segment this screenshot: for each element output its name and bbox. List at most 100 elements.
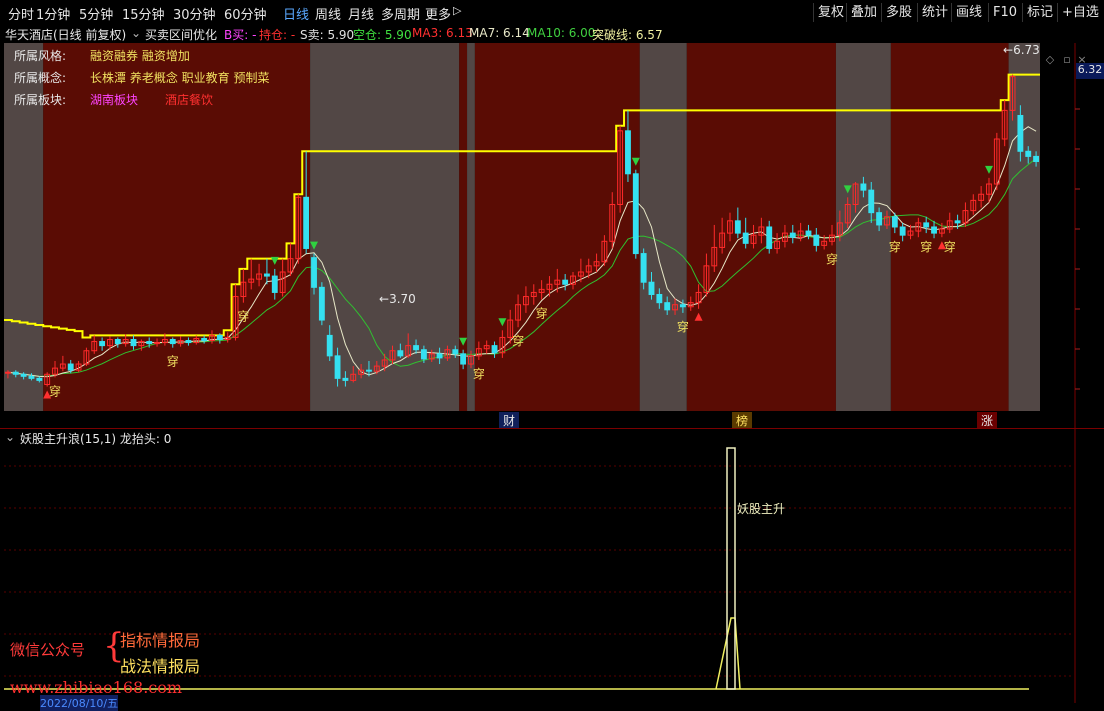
signal-line <box>715 617 741 690</box>
candle-body <box>860 183 867 191</box>
period-tab-daily[interactable]: 日线 <box>283 4 309 23</box>
candle <box>318 282 325 326</box>
ma3-value: MA3: 6.13 <box>412 26 473 40</box>
candle-body <box>397 350 404 357</box>
multi-stock-button[interactable]: 多股 <box>881 3 916 22</box>
minimize-icon[interactable]: ◇ <box>1043 53 1057 66</box>
fuquan-button[interactable]: 复权 <box>813 3 848 22</box>
signal-bar <box>726 447 736 690</box>
chuan-mark: 穿 <box>49 383 61 398</box>
signal-label: 妖股主升 <box>737 502 786 516</box>
indicator-name[interactable]: 买卖区间优化 <box>145 26 217 43</box>
candle-body <box>216 334 223 340</box>
chuan-mark: 穿 <box>536 306 548 321</box>
event-tag-finance[interactable]: 财 <box>499 412 520 429</box>
candle-body <box>813 234 820 246</box>
candle-body <box>868 189 875 214</box>
stock-name: 华天酒店(日线 前复权) <box>5 28 127 42</box>
event-tag-list[interactable]: 榜 <box>732 412 753 429</box>
style-value: 融资融券 融资增加 <box>90 49 190 63</box>
sector-value-hunan[interactable]: 湖南板块 <box>90 91 138 108</box>
candle-body <box>876 212 883 226</box>
candle-body <box>28 375 35 379</box>
draw-line-button[interactable]: 画线 <box>951 3 986 22</box>
candle-body <box>169 338 176 345</box>
candle-body <box>413 345 419 351</box>
candle-body <box>931 226 937 234</box>
period-tab-weekly[interactable]: 周线 <box>315 4 341 23</box>
period-tab-5min[interactable]: 5分钟 <box>79 4 113 23</box>
chuan-mark: 穿 <box>237 309 249 324</box>
candle-body <box>491 345 498 354</box>
mark-button[interactable]: 标记 <box>1022 3 1057 22</box>
event-tag-limitup[interactable]: 涨 <box>977 412 998 429</box>
main-candlestick-chart[interactable]: 穿穿穿穿穿穿穿穿穿穿穿 <box>4 43 1040 411</box>
candle-body <box>1017 114 1024 152</box>
candle-body <box>923 222 930 228</box>
chuan-mark: 穿 <box>167 354 179 369</box>
ma10-value: MA10: 6.00 <box>527 26 596 40</box>
period-toolbar: 分时 1分钟 5分钟 15分钟 30分钟 60分钟 日线 周线 月线 多周期 更… <box>0 0 1104 26</box>
period-tab-more[interactable]: 更多 <box>425 4 451 23</box>
candle-body <box>20 373 27 377</box>
candle-body <box>899 226 906 236</box>
candle-body <box>366 369 372 372</box>
lower-indicator-header: ⌄ 妖股主升浪(15,1) 龙抬头: 0 <box>0 428 1104 447</box>
overlay-button[interactable]: 叠加 <box>846 3 881 22</box>
candle-body <box>185 340 192 344</box>
chuan-mark: 穿 <box>677 319 689 334</box>
chuan-mark: 穿 <box>920 239 932 254</box>
window-icon[interactable]: ▫ <box>1060 53 1074 66</box>
candle-body <box>436 353 443 359</box>
price-axis: 6.32 <box>1074 43 1104 703</box>
watermark-line1: 指标情报局 <box>120 631 201 650</box>
empty-value: 空仓: 5.90 <box>353 28 412 42</box>
candle-body <box>734 220 741 234</box>
current-price-tag: 6.32 <box>1076 63 1104 79</box>
period-tab-1min[interactable]: 1分钟 <box>36 4 70 23</box>
low-price-value: 3.70 <box>389 292 416 306</box>
candle-body <box>271 275 278 293</box>
style-label: 所属风格: <box>14 49 67 63</box>
candle-body <box>67 363 74 371</box>
candle-body <box>742 232 749 244</box>
s-sell-value: S卖: 5.90 <box>300 28 355 42</box>
candle-body <box>334 355 341 379</box>
period-tab-15min[interactable]: 15分钟 <box>122 4 165 23</box>
candle-body <box>562 279 569 285</box>
period-tab-multi[interactable]: 多周期 <box>381 4 420 23</box>
f10-button[interactable]: F10 <box>988 3 1021 22</box>
ma7-value: MA7: 6.14 <box>469 26 530 40</box>
high-price-label: ←6.73 <box>1003 43 1040 57</box>
axis-ticks <box>1074 43 1080 703</box>
period-tab-monthly[interactable]: 月线 <box>348 4 374 23</box>
sector-label: 所属板块: <box>14 93 67 107</box>
lower-indicator-title[interactable]: 妖股主升浪(15,1) 龙抬头: 0 <box>20 430 171 447</box>
cursor-date: 2022/08/10/五 <box>40 695 119 711</box>
chuan-mark: 穿 <box>512 333 524 348</box>
candle-body <box>766 226 773 249</box>
statistics-button[interactable]: 统计 <box>917 3 952 22</box>
candle-body <box>342 377 349 381</box>
wechat-label: 微信公众号 <box>10 641 86 659</box>
period-tab-fenshi[interactable]: 分时 <box>8 4 34 23</box>
chuan-mark: 穿 <box>944 239 956 254</box>
add-watchlist-button[interactable]: +自选 <box>1057 3 1103 22</box>
b-buy-value: B买: - <box>224 28 257 42</box>
period-tab-30min[interactable]: 30分钟 <box>173 4 216 23</box>
candle-body <box>303 196 310 249</box>
chuan-mark: 穿 <box>473 366 485 381</box>
sector-value-hotel[interactable]: 酒店餐饮 <box>165 91 213 108</box>
candle-body <box>146 341 153 345</box>
chevron-right-icon[interactable]: ▷ <box>453 4 461 17</box>
chevron-down-icon[interactable]: ⌄ <box>131 26 141 40</box>
chevron-down-icon[interactable]: ⌄ <box>5 430 15 444</box>
period-tab-60min[interactable]: 60分钟 <box>224 4 267 23</box>
candle-body <box>99 341 106 347</box>
candle-body <box>318 286 325 321</box>
candle-body <box>420 349 427 360</box>
candle-body <box>130 338 137 347</box>
candle-body <box>632 173 639 255</box>
candle-body <box>664 302 671 311</box>
chuan-mark: 穿 <box>889 239 901 254</box>
